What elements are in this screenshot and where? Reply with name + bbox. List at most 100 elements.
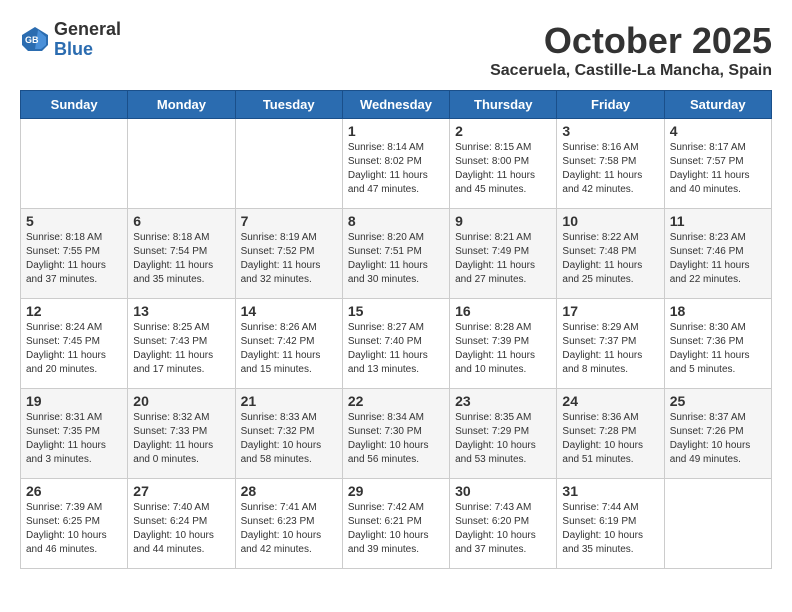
calendar-cell: 7 Sunrise: 8:19 AM Sunset: 7:52 PM Daylig… [235, 209, 342, 299]
calendar-cell: 27 Sunrise: 7:40 AM Sunset: 6:24 PM Dayli… [128, 479, 235, 569]
day-info: Sunrise: 8:19 AM Sunset: 7:52 PM Dayligh… [241, 231, 337, 287]
day-number: 5 [26, 213, 122, 229]
calendar-cell: 6 Sunrise: 8:18 AM Sunset: 7:54 PM Daylig… [128, 209, 235, 299]
day-info: Sunrise: 8:32 AM Sunset: 7:33 PM Dayligh… [133, 411, 229, 467]
calendar-cell: 3 Sunrise: 8:16 AM Sunset: 7:58 PM Daylig… [557, 119, 664, 209]
day-info: Sunrise: 8:21 AM Sunset: 7:49 PM Dayligh… [455, 231, 551, 287]
day-number: 30 [455, 483, 551, 499]
day-number: 28 [241, 483, 337, 499]
day-info: Sunrise: 8:25 AM Sunset: 7:43 PM Dayligh… [133, 321, 229, 377]
svg-text:GB: GB [25, 35, 39, 45]
day-info: Sunrise: 7:41 AM Sunset: 6:23 PM Dayligh… [241, 501, 337, 557]
day-number: 15 [348, 303, 444, 319]
day-number: 19 [26, 393, 122, 409]
day-info: Sunrise: 8:14 AM Sunset: 8:02 PM Dayligh… [348, 141, 444, 197]
day-header-thursday: Thursday [450, 91, 557, 119]
day-number: 26 [26, 483, 122, 499]
day-info: Sunrise: 7:42 AM Sunset: 6:21 PM Dayligh… [348, 501, 444, 557]
day-number: 2 [455, 123, 551, 139]
day-number: 1 [348, 123, 444, 139]
calendar-week-5: 26 Sunrise: 7:39 AM Sunset: 6:25 PM Dayli… [21, 479, 772, 569]
calendar-cell: 20 Sunrise: 8:32 AM Sunset: 7:33 PM Dayli… [128, 389, 235, 479]
calendar-cell [664, 479, 771, 569]
day-info: Sunrise: 8:23 AM Sunset: 7:46 PM Dayligh… [670, 231, 766, 287]
day-number: 29 [348, 483, 444, 499]
calendar-cell: 26 Sunrise: 7:39 AM Sunset: 6:25 PM Dayli… [21, 479, 128, 569]
calendar-cell: 11 Sunrise: 8:23 AM Sunset: 7:46 PM Dayli… [664, 209, 771, 299]
calendar-cell: 18Sunrise: 8:30 AM Sunset: 7:36 PM Dayli… [664, 299, 771, 389]
day-info: Sunrise: 8:29 AM Sunset: 7:37 PM Dayligh… [562, 321, 658, 377]
day-info: Sunrise: 7:40 AM Sunset: 6:24 PM Dayligh… [133, 501, 229, 557]
page-header: GB General Blue October 2025 Saceruela, … [20, 20, 772, 80]
day-number: 6 [133, 213, 229, 229]
calendar-cell [235, 119, 342, 209]
calendar-cell: 21Sunrise: 8:33 AM Sunset: 7:32 PM Dayli… [235, 389, 342, 479]
day-info: Sunrise: 8:18 AM Sunset: 7:54 PM Dayligh… [133, 231, 229, 287]
day-number: 9 [455, 213, 551, 229]
calendar-cell: 14Sunrise: 8:26 AM Sunset: 7:42 PM Dayli… [235, 299, 342, 389]
day-info: Sunrise: 7:43 AM Sunset: 6:20 PM Dayligh… [455, 501, 551, 557]
day-number: 3 [562, 123, 658, 139]
logo-blue-text: Blue [54, 40, 121, 60]
calendar-cell [128, 119, 235, 209]
calendar-cell [21, 119, 128, 209]
logo-text: General Blue [54, 20, 121, 60]
day-info: Sunrise: 8:24 AM Sunset: 7:45 PM Dayligh… [26, 321, 122, 377]
calendar-cell: 12 Sunrise: 8:24 AM Sunset: 7:45 PM Dayli… [21, 299, 128, 389]
calendar-cell: 13 Sunrise: 8:25 AM Sunset: 7:43 PM Dayli… [128, 299, 235, 389]
day-info: Sunrise: 7:39 AM Sunset: 6:25 PM Dayligh… [26, 501, 122, 557]
day-info: Sunrise: 8:27 AM Sunset: 7:40 PM Dayligh… [348, 321, 444, 377]
day-info: Sunrise: 8:22 AM Sunset: 7:48 PM Dayligh… [562, 231, 658, 287]
calendar-cell: 28 Sunrise: 7:41 AM Sunset: 6:23 PM Dayli… [235, 479, 342, 569]
calendar-week-3: 12 Sunrise: 8:24 AM Sunset: 7:45 PM Dayli… [21, 299, 772, 389]
calendar-cell: 31 Sunrise: 7:44 AM Sunset: 6:19 PM Dayli… [557, 479, 664, 569]
calendar-cell: 15 Sunrise: 8:27 AM Sunset: 7:40 PM Dayli… [342, 299, 449, 389]
calendar-cell: 19Sunrise: 8:31 AM Sunset: 7:35 PM Dayli… [21, 389, 128, 479]
day-info: Sunrise: 7:44 AM Sunset: 6:19 PM Dayligh… [562, 501, 658, 557]
calendar-cell: 24Sunrise: 8:36 AM Sunset: 7:28 PM Dayli… [557, 389, 664, 479]
day-number: 17 [562, 303, 658, 319]
day-info: Sunrise: 8:35 AM Sunset: 7:29 PM Dayligh… [455, 411, 551, 467]
day-header-friday: Friday [557, 91, 664, 119]
calendar-week-2: 5 Sunrise: 8:18 AM Sunset: 7:55 PM Daylig… [21, 209, 772, 299]
day-info: Sunrise: 8:37 AM Sunset: 7:26 PM Dayligh… [670, 411, 766, 467]
calendar-cell: 16 Sunrise: 8:28 AM Sunset: 7:39 PM Dayli… [450, 299, 557, 389]
day-number: 31 [562, 483, 658, 499]
day-number: 7 [241, 213, 337, 229]
day-number: 20 [133, 393, 229, 409]
location-title: Saceruela, Castille-La Mancha, Spain [490, 62, 772, 80]
day-number: 16 [455, 303, 551, 319]
calendar-cell: 4Sunrise: 8:17 AM Sunset: 7:57 PM Daylig… [664, 119, 771, 209]
calendar-cell: 22Sunrise: 8:34 AM Sunset: 7:30 PM Dayli… [342, 389, 449, 479]
day-info: Sunrise: 8:30 AM Sunset: 7:36 PM Dayligh… [670, 321, 766, 377]
day-header-monday: Monday [128, 91, 235, 119]
day-info: Sunrise: 8:16 AM Sunset: 7:58 PM Dayligh… [562, 141, 658, 197]
month-title: October 2025 [490, 20, 772, 62]
day-number: 24 [562, 393, 658, 409]
calendar-cell: 1 Sunrise: 8:14 AM Sunset: 8:02 PM Daylig… [342, 119, 449, 209]
day-number: 14 [241, 303, 337, 319]
day-number: 13 [133, 303, 229, 319]
day-info: Sunrise: 8:20 AM Sunset: 7:51 PM Dayligh… [348, 231, 444, 287]
calendar-cell: 30 Sunrise: 7:43 AM Sunset: 6:20 PM Dayli… [450, 479, 557, 569]
logo: GB General Blue [20, 20, 121, 60]
day-number: 8 [348, 213, 444, 229]
calendar-cell: 29 Sunrise: 7:42 AM Sunset: 6:21 PM Dayli… [342, 479, 449, 569]
day-number: 27 [133, 483, 229, 499]
logo-icon: GB [20, 25, 50, 55]
day-info: Sunrise: 8:15 AM Sunset: 8:00 PM Dayligh… [455, 141, 551, 197]
day-info: Sunrise: 8:34 AM Sunset: 7:30 PM Dayligh… [348, 411, 444, 467]
calendar-cell: 8 Sunrise: 8:20 AM Sunset: 7:51 PM Daylig… [342, 209, 449, 299]
calendar-week-1: 1 Sunrise: 8:14 AM Sunset: 8:02 PM Daylig… [21, 119, 772, 209]
day-info: Sunrise: 8:18 AM Sunset: 7:55 PM Dayligh… [26, 231, 122, 287]
calendar-cell: 25Sunrise: 8:37 AM Sunset: 7:26 PM Dayli… [664, 389, 771, 479]
calendar-cell: 5 Sunrise: 8:18 AM Sunset: 7:55 PM Daylig… [21, 209, 128, 299]
day-number: 11 [670, 213, 766, 229]
day-info: Sunrise: 8:28 AM Sunset: 7:39 PM Dayligh… [455, 321, 551, 377]
day-number: 4 [670, 123, 766, 139]
calendar-week-4: 19Sunrise: 8:31 AM Sunset: 7:35 PM Dayli… [21, 389, 772, 479]
day-header-sunday: Sunday [21, 91, 128, 119]
day-number: 12 [26, 303, 122, 319]
day-number: 23 [455, 393, 551, 409]
day-header-wednesday: Wednesday [342, 91, 449, 119]
